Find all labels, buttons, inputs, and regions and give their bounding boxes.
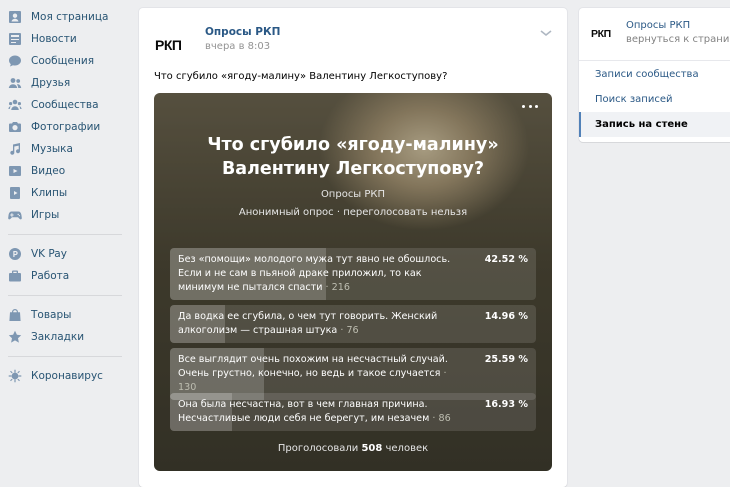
poll-more-button[interactable] [522, 103, 538, 109]
nav-item-my-page[interactable]: Моя страница [0, 6, 126, 28]
groups-icon [8, 98, 22, 112]
poll-meta: Анонимный опрос · переголосовать нельзя [238, 207, 468, 218]
card-link-wall-post[interactable]: Запись на стене [579, 112, 730, 137]
svg-text:РКП: РКП [155, 38, 182, 52]
poll-answer[interactable]: Без «помощи» молодого мужа тут явно не о… [170, 248, 536, 300]
nav-label: Фотографии [31, 121, 101, 133]
user-icon [8, 10, 22, 24]
post-time[interactable]: вчера в 8:03 [205, 41, 270, 52]
nav-item-clips[interactable]: Клипы [0, 182, 126, 204]
nav-label: Друзья [31, 77, 71, 89]
poll-owner-link[interactable]: Опросы РКП [154, 189, 552, 200]
back-to-page-link[interactable]: вернуться к странице [626, 34, 730, 45]
nav-item-games[interactable]: Игры [0, 204, 126, 226]
camera-icon [8, 120, 22, 134]
post-author-link[interactable]: Опросы РКП [205, 26, 280, 38]
card-link-search-posts[interactable]: Поиск записей [579, 87, 730, 112]
nav-item-jobs[interactable]: Работа [0, 265, 126, 287]
nav-label: Товары [31, 309, 72, 321]
nav-label: Новости [31, 33, 77, 45]
nav-label: Моя страница [31, 11, 109, 23]
nav-label: Сообщества [31, 99, 99, 111]
poll-answer-count: · 86 [432, 413, 451, 424]
star-icon [8, 330, 22, 344]
briefcase-icon [8, 269, 22, 283]
nav-label: Видео [31, 165, 66, 177]
video-icon [8, 164, 22, 178]
clips-icon [8, 186, 22, 200]
poll-answer-percent: 25.59 % [484, 354, 528, 365]
left-nav: Моя страница Новости Сообщения Друзья Со… [0, 0, 126, 387]
gamepad-icon [8, 208, 22, 222]
nav-label: Коронавирус [31, 370, 103, 382]
nav-item-bookmarks[interactable]: Закладки [0, 326, 126, 348]
nav-label: Музыка [31, 143, 73, 155]
poll-answer-count: · 76 [340, 325, 359, 336]
poll-answer-percent: 16.93 % [484, 399, 528, 410]
nav-label: Сообщения [31, 55, 95, 67]
nav-label: Игры [31, 209, 60, 221]
poll-answer-text: Она была несчастна, вот в чем главная пр… [178, 399, 451, 424]
poll-answer-percent: 14.96 % [484, 311, 528, 322]
nav-item-messages[interactable]: Сообщения [0, 50, 126, 72]
shopping-bag-icon [8, 308, 22, 322]
poll-answer-text: Да водка ее сгубила, о чем тут говорить.… [178, 311, 438, 336]
nav-item-video[interactable]: Видео [0, 160, 126, 182]
vkpay-icon [8, 247, 22, 261]
poll-answer-count: · 216 [325, 282, 350, 293]
nav-divider [8, 234, 122, 235]
poll-total: Проголосовали 508 человек [277, 443, 429, 454]
wall-post: РКП Опросы РКП вчера в 8:03 Что сгубило … [139, 8, 567, 487]
community-name-link[interactable]: Опросы РКП [626, 20, 690, 31]
svg-text:РКП: РКП [591, 28, 611, 38]
poll-total-count: 508 [361, 443, 383, 454]
card-link-community-posts[interactable]: Записи сообщества [579, 62, 730, 87]
nav-label: VK Pay [31, 248, 67, 260]
music-icon [8, 142, 22, 156]
nav-label: Работа [31, 270, 70, 282]
nav-item-goods[interactable]: Товары [0, 304, 126, 326]
nav-item-vkpay[interactable]: VK Pay [0, 243, 126, 265]
nav-item-groups[interactable]: Сообщества [0, 94, 126, 116]
nav-item-photos[interactable]: Фотографии [0, 116, 126, 138]
nav-item-news[interactable]: Новости [0, 28, 126, 50]
nav-item-music[interactable]: Музыка [0, 138, 126, 160]
card-divider [579, 60, 730, 61]
nav-label: Закладки [31, 331, 85, 343]
message-icon [8, 54, 22, 68]
dot-icon [522, 104, 525, 108]
nav-divider [8, 356, 122, 357]
post-menu-button[interactable] [539, 26, 553, 40]
poll-answer-text: Без «помощи» молодого мужа тут явно не о… [178, 254, 451, 293]
poll-title: Что сгубило «ягоду-малину» Валентину Лег… [207, 135, 499, 179]
rkp-logo[interactable]: РКП [155, 38, 195, 52]
nav-item-coronavirus[interactable]: Коронавирус [0, 365, 126, 387]
poll-answer[interactable]: Да водка ее сгубила, о чем тут говорить.… [170, 305, 536, 343]
dot-icon [535, 104, 538, 108]
dot-icon [528, 104, 532, 108]
community-card: РКП Опросы РКП вернуться к странице Запи… [579, 8, 730, 142]
friends-icon [8, 76, 22, 90]
chevron-down-icon [540, 30, 552, 37]
rkp-logo[interactable]: РКП [591, 28, 621, 38]
poll-answer-percent: 42.52 % [484, 254, 528, 265]
poll-answer[interactable]: Она была несчастна, вот в чем главная пр… [170, 393, 536, 431]
nav-item-friends[interactable]: Друзья [0, 72, 126, 94]
post-text: Что сгубило «ягоду-малину» Валентину Лег… [154, 71, 448, 82]
poll: Что сгубило «ягоду-малину» Валентину Лег… [154, 93, 552, 471]
virus-icon [8, 369, 22, 383]
news-icon [8, 32, 22, 46]
nav-label: Клипы [31, 187, 68, 199]
nav-divider [8, 295, 122, 296]
